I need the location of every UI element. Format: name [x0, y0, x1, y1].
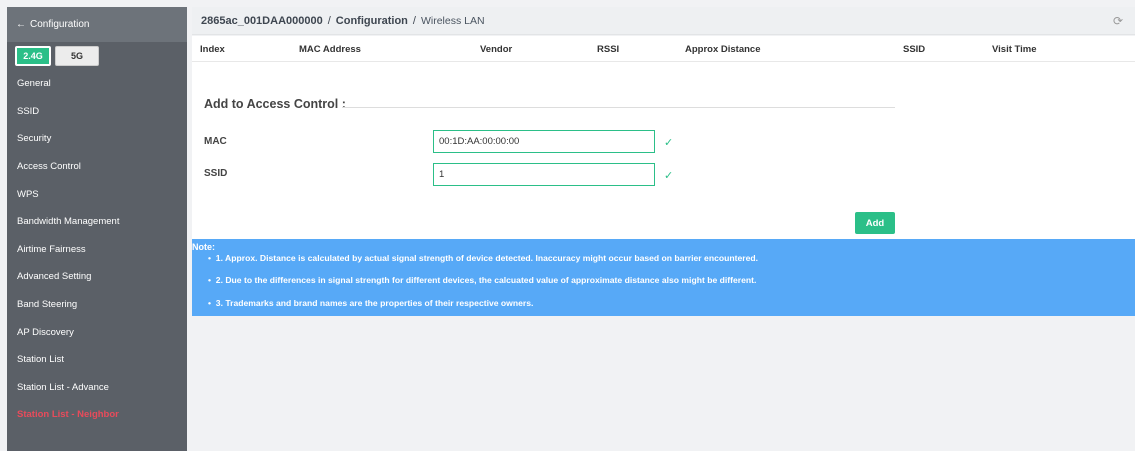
column-header-mac-address[interactable]: MAC Address [299, 44, 361, 55]
back-label: Configuration [30, 19, 90, 30]
sidebar-item-band-steering[interactable]: Band Steering [7, 291, 187, 319]
column-header-approx-distance[interactable]: Approx Distance [685, 44, 761, 55]
sidebar-item-ap-discovery[interactable]: AP Discovery [7, 318, 187, 346]
neighbor-table-header: Index MAC Address Vendor RSSI Approx Dis… [192, 36, 1135, 62]
note-item: • 3. Trademarks and brand names are the … [208, 298, 534, 308]
breadcrumb: 2865ac_001DAA000000 / Configuration / Wi… [192, 7, 1135, 35]
sidebar-item-ssid[interactable]: SSID [7, 98, 187, 126]
sidebar-item-station-list-neighbor[interactable]: Station List - Neighbor [7, 401, 187, 429]
sidebar-item-access-control[interactable]: Access Control [7, 153, 187, 181]
note-item: • 2. Due to the differences in signal st… [208, 275, 757, 285]
column-header-visit-time[interactable]: Visit Time [992, 44, 1037, 55]
ssid-label: SSID [204, 168, 228, 179]
breadcrumb-device: 2865ac_001DAA000000 [201, 14, 323, 27]
ssid-valid-check-icon: ✓ [664, 170, 674, 182]
sidebar: ← Configuration 2.4G 5G General SSID Sec… [7, 7, 187, 451]
section-title: Add to Access Control : [204, 97, 346, 111]
mac-valid-check-icon: ✓ [664, 137, 674, 149]
refresh-icon[interactable]: ⟳ [1113, 15, 1125, 27]
band-5g-button[interactable]: 5G [55, 46, 99, 66]
arrow-left-icon: ← [16, 19, 26, 30]
column-header-ssid[interactable]: SSID [903, 44, 925, 55]
main-panel: 2865ac_001DAA000000 / Configuration / Wi… [192, 7, 1135, 451]
column-header-index[interactable]: Index [200, 44, 225, 55]
sidebar-item-general[interactable]: General [7, 70, 187, 98]
breadcrumb-page: Wireless LAN [420, 14, 485, 27]
sidebar-item-airtime-fairness[interactable]: Airtime Fairness [7, 236, 187, 264]
breadcrumb-section[interactable]: Configuration [336, 15, 408, 27]
breadcrumb-separator: / [327, 14, 331, 27]
mac-label: MAC [204, 136, 227, 147]
column-header-vendor[interactable]: Vendor [480, 44, 512, 55]
sidebar-item-station-list[interactable]: Station List [7, 346, 187, 374]
sidebar-item-wps[interactable]: WPS [7, 180, 187, 208]
ssid-input[interactable]: 1 [433, 163, 655, 186]
add-button[interactable]: Add [855, 212, 895, 234]
sidebar-item-bandwidth-management[interactable]: Bandwidth Management [7, 208, 187, 236]
back-to-configuration[interactable]: ← Configuration [7, 7, 187, 42]
section-divider [342, 107, 895, 108]
mac-input[interactable]: 00:1D:AA:00:00:00 [433, 130, 655, 153]
band-selector: 2.4G 5G [7, 42, 187, 70]
content-area: Index MAC Address Vendor RSSI Approx Dis… [192, 36, 1135, 239]
sidebar-item-security[interactable]: Security [7, 125, 187, 153]
note-box: Note: • 1. Approx. Distance is calculate… [192, 239, 1135, 316]
column-header-rssi[interactable]: RSSI [597, 44, 619, 55]
breadcrumb-separator: / [412, 14, 416, 27]
band-2-4g-button[interactable]: 2.4G [15, 46, 51, 66]
sidebar-item-advanced-setting[interactable]: Advanced Setting [7, 263, 187, 291]
note-item: • 1. Approx. Distance is calculated by a… [208, 253, 759, 263]
note-title: Note: [192, 242, 215, 252]
sidebar-item-station-list-advance[interactable]: Station List - Advance [7, 374, 187, 402]
